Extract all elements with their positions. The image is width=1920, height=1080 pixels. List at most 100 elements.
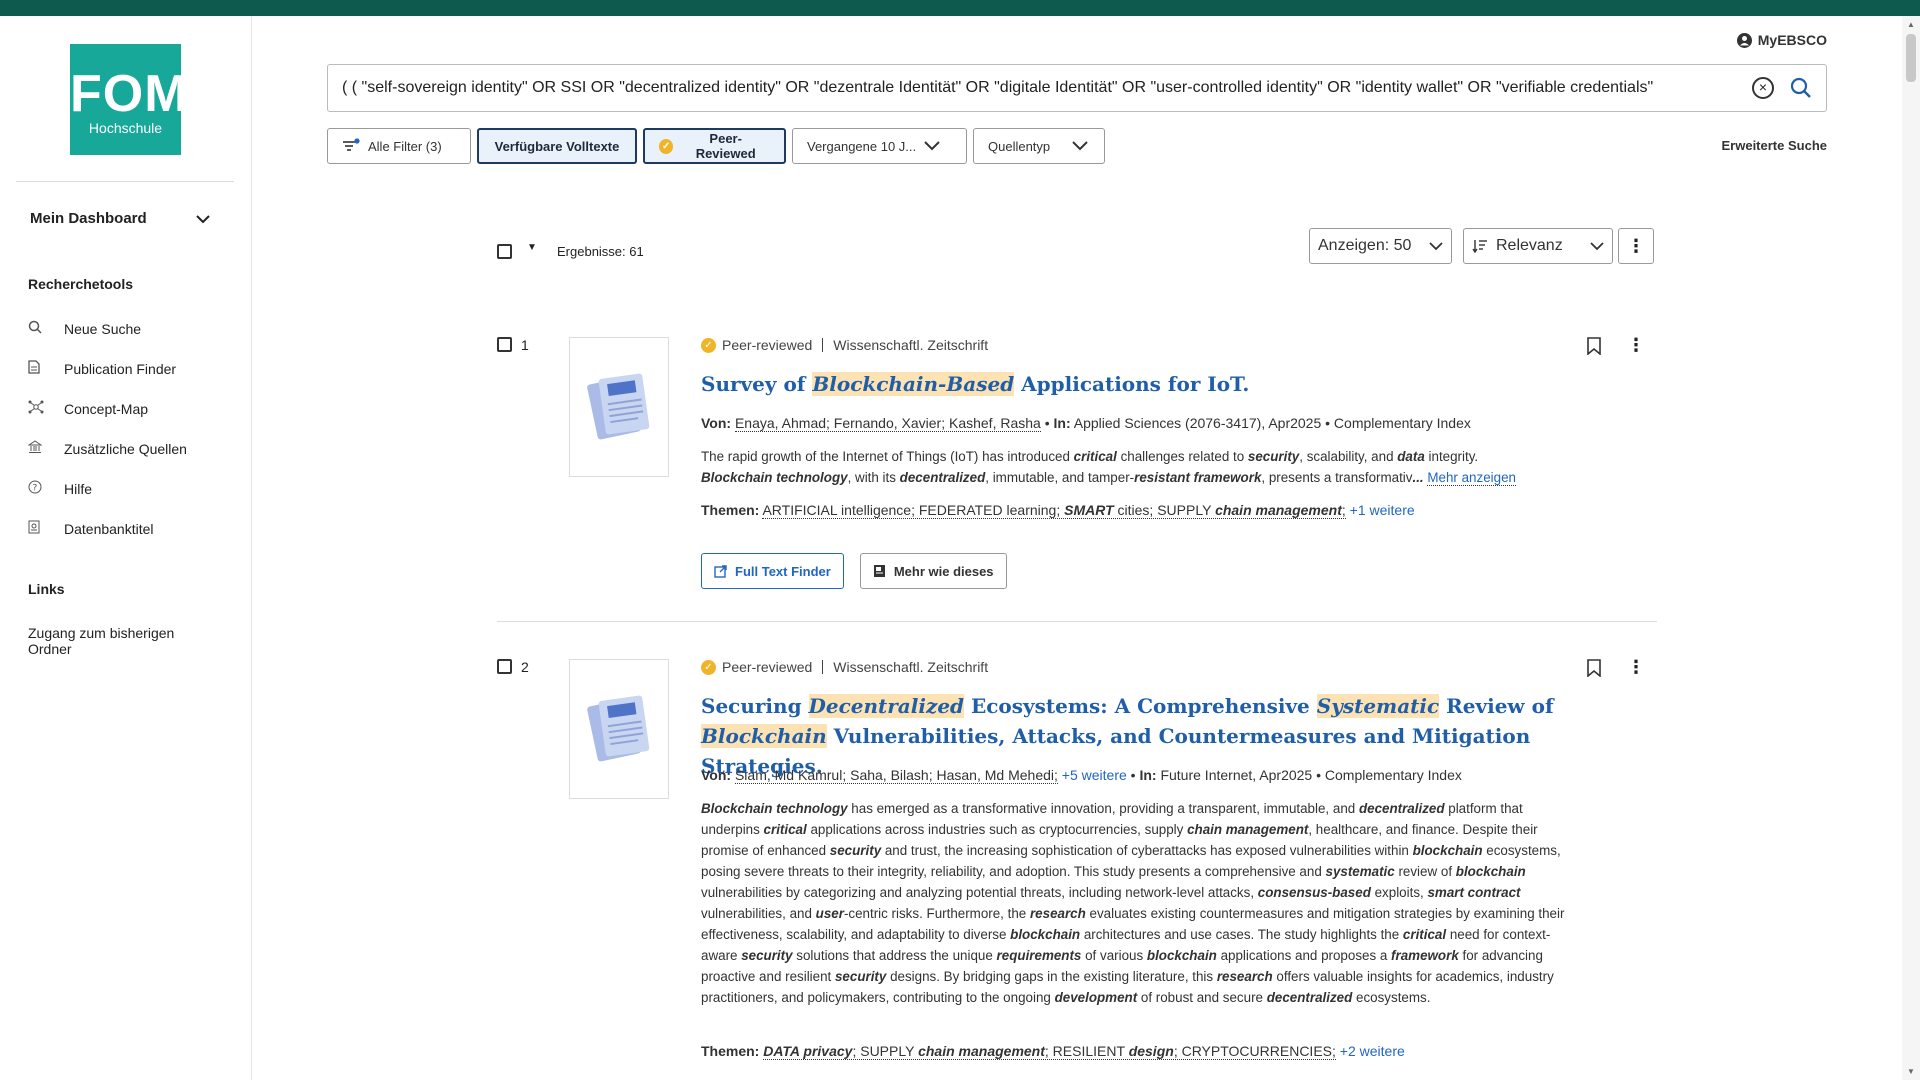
chevron-down-icon [196, 214, 210, 223]
full-text-finder-button[interactable]: Full Text Finder [701, 553, 844, 589]
theme-links[interactable]: DATA privacy; SUPPLY chain management; R… [763, 1043, 1336, 1060]
kebab-icon[interactable]: ⋮ [1627, 335, 1645, 356]
result-checkbox[interactable] [497, 659, 512, 674]
sidebar-item-label: Publication Finder [64, 360, 177, 377]
chevron-down-icon [1590, 241, 1604, 250]
sort-label: Relevanz [1496, 237, 1563, 254]
peer-reviewed-filter-button[interactable]: ✓ Peer-Reviewed [643, 128, 786, 164]
publication-type: Wissenschaftl. Zeitschrift [833, 659, 989, 675]
advanced-search-link[interactable]: Erweiterte Suche [1722, 138, 1828, 153]
separator [822, 338, 824, 352]
sidebar-item-label: Zusätzliche Quellen [64, 440, 187, 457]
separator [822, 660, 824, 674]
result-checkbox[interactable] [497, 337, 512, 352]
results-count: Ergebnisse: 61 [557, 244, 644, 259]
scroll-down-icon[interactable]: ▼ [1907, 1067, 1915, 1076]
full-text-finder-label: Full Text Finder [735, 563, 831, 579]
date-filter-label: Vergangene 10 J... [807, 138, 917, 154]
document-thumbnail-icon[interactable] [569, 659, 669, 799]
scroll-up-icon[interactable]: ▲ [1907, 20, 1915, 29]
result-buttons: Full Text Finder Mehr wie dieses [701, 553, 1007, 589]
sidebar-item-hilfe[interactable]: ? Hilfe [28, 480, 92, 497]
more-options-button[interactable]: ⋮ [1618, 228, 1654, 264]
page-size-label: Anzeigen: 50 [1318, 237, 1412, 254]
result-number: 1 [521, 337, 529, 353]
myebsco-label: MyEBSCO [1757, 32, 1827, 48]
source-text: Applied Sciences (2076-3417), Apr2025 • … [1073, 415, 1471, 431]
themes-label: Themen: [701, 1043, 760, 1059]
sidebar: FOM Hochschule Mein Dashboard Recherchet… [0, 16, 252, 1080]
sidebar-item-concept-map[interactable]: Concept-Map [28, 400, 148, 417]
more-themes-link[interactable]: +2 weitere [1340, 1043, 1405, 1059]
all-filters-button[interactable]: Alle Filter (3) [327, 128, 471, 164]
old-folder-link[interactable]: Zugang zum bisherigen Ordner [28, 625, 208, 657]
results-toolbar: ▼ Ergebnisse: 61 Anzeigen: 50 Relevanz ⋮ [497, 228, 1657, 268]
theme-links[interactable]: ARTIFICIAL intelligence; FEDERATED learn… [762, 502, 1346, 519]
source-type-label: Quellentyp [988, 138, 1051, 154]
links-heading: Links [28, 581, 65, 597]
sidebar-divider [16, 181, 234, 182]
in-label: In: [1053, 415, 1071, 431]
search-icon[interactable] [1790, 77, 1812, 99]
all-filters-label: Alle Filter (3) [368, 138, 442, 154]
more-like-this-label: Mehr wie dieses [893, 563, 994, 579]
scrollbar[interactable]: ▲ ▼ [1902, 16, 1920, 1080]
peer-reviewed-badge-icon: ✓ [701, 337, 716, 353]
fulltext-label: Verfügbare Volltexte [494, 138, 620, 154]
sidebar-item-publication-finder[interactable]: Publication Finder [28, 360, 176, 377]
result-byline: Von: Enaya, Ahmad; Fernando, Xavier; Kas… [701, 415, 1471, 432]
sort-select[interactable]: Relevanz [1463, 228, 1613, 264]
result-themes: Themen: ARTIFICIAL intelligence; FEDERAT… [701, 502, 1601, 519]
myebsco-link[interactable]: MyEBSCO [1736, 32, 1827, 48]
search-input[interactable] [342, 79, 1752, 97]
select-all-checkbox[interactable] [497, 244, 512, 259]
dashboard-label: Mein Dashboard [30, 210, 147, 227]
result-title[interactable]: Survey of Blockchain-Based Applications … [701, 369, 1581, 399]
result-abstract: Blockchain technology has emerged as a t… [701, 801, 1565, 1005]
more-authors-link[interactable]: +5 weitere [1062, 767, 1127, 783]
sidebar-item-datenbanktitel[interactable]: Datenbanktitel [28, 520, 154, 537]
in-label: In: [1139, 767, 1157, 783]
document-icon [28, 360, 64, 377]
peer-reviewed-badge-icon: ✓ [659, 138, 674, 154]
result-actions: ⋮ [1587, 657, 1645, 678]
external-link-icon [714, 564, 727, 578]
result-actions: ⋮ [1587, 335, 1645, 356]
date-filter-dropdown[interactable]: Vergangene 10 J... [792, 128, 967, 164]
peer-reviewed-text: Peer-reviewed [722, 337, 813, 353]
result-meta: ✓ Peer-reviewed Wissenschaftl. Zeitschri… [701, 337, 988, 353]
fulltext-filter-button[interactable]: Verfügbare Volltexte [477, 128, 637, 164]
help-icon: ? [28, 480, 64, 497]
search-icon [28, 320, 64, 337]
sidebar-item-label: Concept-Map [64, 400, 149, 417]
network-icon [28, 400, 64, 417]
document-thumbnail-icon[interactable] [569, 337, 669, 477]
result-meta: ✓ Peer-reviewed Wissenschaftl. Zeitschri… [701, 659, 988, 675]
peer-reviewed-label: Peer-Reviewed [695, 131, 756, 161]
caret-down-icon[interactable]: ▼ [527, 242, 537, 253]
kebab-icon[interactable]: ⋮ [1627, 657, 1645, 678]
result-themes: Themen: DATA privacy; SUPPLY chain manag… [701, 1043, 1601, 1060]
dashboard-toggle[interactable]: Mein Dashboard [30, 210, 210, 227]
clear-icon[interactable]: × [1752, 77, 1774, 99]
more-themes-link[interactable]: +1 weitere [1350, 502, 1415, 518]
source-text: Future Internet, Apr2025 • Complementary… [1160, 767, 1462, 783]
page-size-select[interactable]: Anzeigen: 50 [1309, 228, 1452, 264]
tools-heading: Recherchetools [28, 276, 134, 292]
chevron-down-icon [1072, 141, 1088, 151]
sidebar-item-neue-suche[interactable]: Neue Suche [28, 320, 141, 337]
more-like-this-button[interactable]: Mehr wie dieses [859, 553, 1007, 589]
sidebar-item-label: Neue Suche [64, 320, 142, 337]
peer-reviewed-badge-icon: ✓ [701, 659, 716, 675]
scrollbar-thumb[interactable] [1906, 34, 1916, 82]
result-byline: Von: Siam, Md Kamrul; Saha, Bilash; Hasa… [701, 767, 1462, 784]
author-links[interactable]: Enaya, Ahmad; Fernando, Xavier; Kashef, … [734, 415, 1041, 432]
bookmark-icon[interactable] [1587, 336, 1601, 355]
fom-logo[interactable]: FOM Hochschule [70, 44, 188, 155]
source-type-dropdown[interactable]: Quellentyp [973, 128, 1105, 164]
bookmark-icon[interactable] [1587, 658, 1601, 677]
author-links[interactable]: Siam, Md Kamrul; Saha, Bilash; Hasan, Md… [734, 767, 1058, 784]
show-more-link[interactable]: Mehr anzeigen [1427, 470, 1516, 486]
sidebar-item-zusaetzliche-quellen[interactable]: Zusätzliche Quellen [27, 440, 187, 457]
result-item: 1 ✓ Peer-reviewed Wissenschaftl. Zeitsch… [497, 335, 1657, 597]
